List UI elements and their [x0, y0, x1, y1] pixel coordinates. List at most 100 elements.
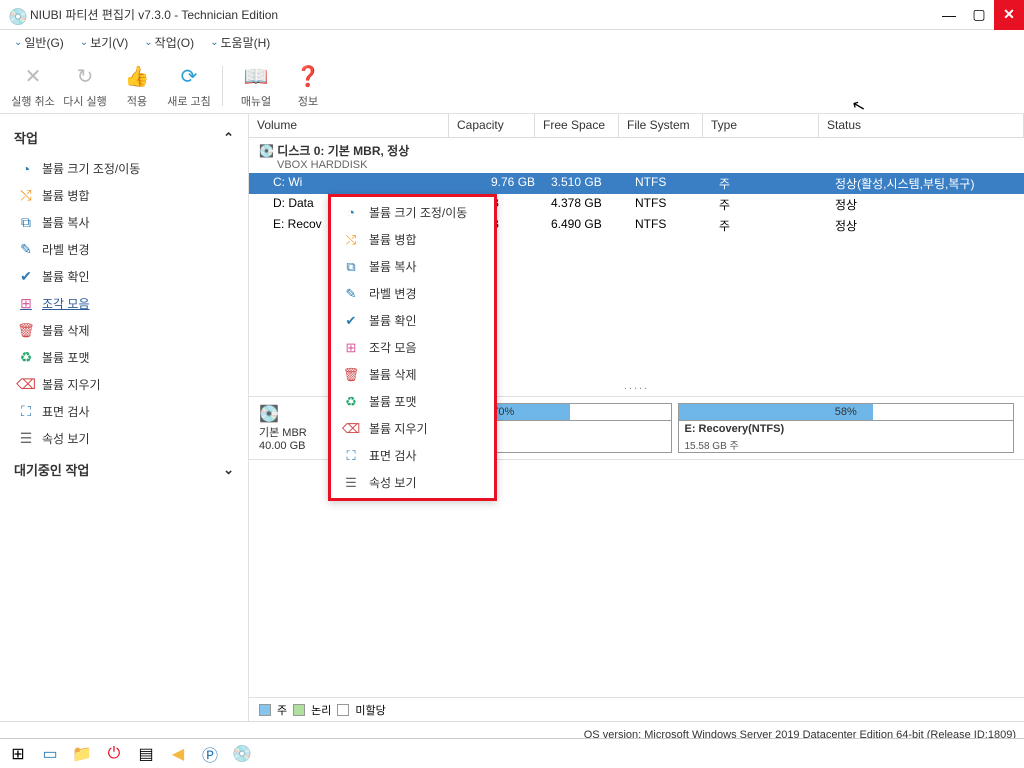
- menu-action[interactable]: ⌄작업(O): [138, 32, 200, 53]
- wipe-icon: ⌫: [18, 377, 34, 393]
- merge-icon: ⤭: [18, 188, 34, 204]
- disk-icon: 💽: [259, 404, 329, 424]
- context-menu: ◔볼륨 크기 조정/이동⤭볼륨 병합⧉볼륨 복사✎라벨 변경✔볼륨 확인⊞조각 …: [328, 194, 497, 501]
- info-button[interactable]: ❓정보: [285, 63, 331, 109]
- sidebar-item-surface[interactable]: ⛶표면 검사: [8, 398, 240, 425]
- refresh-icon: ⟳: [175, 63, 203, 91]
- start-icon[interactable]: ⊞: [6, 742, 30, 766]
- context-item-label: 볼륨 복사: [369, 258, 417, 275]
- niubi-icon[interactable]: 💿: [230, 742, 254, 766]
- check-icon: ✔: [343, 313, 359, 329]
- context-item-delete[interactable]: 🗑볼륨 삭제: [331, 361, 494, 388]
- defrag-icon: ⊞: [18, 296, 34, 312]
- refresh-button[interactable]: ⟳새로 고침: [166, 63, 212, 109]
- sidebar-item-label: 볼륨 크기 조정/이동: [42, 160, 140, 177]
- collapse-icon: ⌃: [223, 130, 234, 146]
- menu-help[interactable]: ⌄도움말(H): [204, 32, 276, 53]
- sidebar-item-label: 라벨 변경: [42, 241, 90, 258]
- legend: 주 논리 미할당: [249, 697, 1024, 721]
- disk-header-row[interactable]: 💽 디스크 0: 기본 MBR, 정상 VBOX HARDDISK: [249, 138, 1024, 173]
- context-item-wipe[interactable]: ⌫볼륨 지우기: [331, 415, 494, 442]
- sidebar-item-label: 볼륨 포맷: [42, 349, 90, 366]
- sidebar: 작업 ⌃ ◔볼륨 크기 조정/이동⤭볼륨 병합 ⧉ 볼륨 복사 ✎ 라벨 변경 ✔볼륨 확…: [0, 114, 248, 721]
- chevron-down-icon: ⌄: [210, 37, 218, 48]
- legend-logical-box: [293, 704, 305, 716]
- delete-icon: 🗑: [343, 367, 359, 383]
- context-item-pie[interactable]: ◔볼륨 크기 조정/이동: [331, 199, 494, 226]
- volume-table-head: Volume Capacity Free Space File System T…: [249, 114, 1024, 138]
- col-free[interactable]: Free Space: [535, 114, 619, 137]
- power-icon[interactable]: ⏻: [102, 742, 126, 766]
- disk-icon: 💽: [259, 144, 274, 158]
- undo-icon: ✕: [19, 63, 47, 91]
- explorer-icon[interactable]: 📁: [70, 742, 94, 766]
- sidebar-item-format[interactable]: ♻볼륨 포맷: [8, 344, 240, 371]
- context-item-check[interactable]: ✔볼륨 확인: [331, 307, 494, 334]
- volume-row[interactable]: C: Wi9.76 GB3.510 GBNTFS주정상(활성,시스템,부팅,복구…: [249, 173, 1024, 194]
- sidebar-item-merge[interactable]: ⤭볼륨 병합: [8, 182, 240, 209]
- sidebar-item-delete[interactable]: 🗑 볼륨 삭제: [8, 317, 240, 344]
- context-item-label: 라벨 변경: [369, 285, 417, 302]
- col-capacity[interactable]: Capacity: [449, 114, 535, 137]
- context-item-merge[interactable]: ⤭볼륨 병합: [331, 226, 494, 253]
- app1-icon[interactable]: ▤: [134, 742, 158, 766]
- sidebar-item-label: 볼륨 지우기: [42, 376, 101, 393]
- surface-icon: ⛶: [18, 404, 34, 420]
- context-item-copy[interactable]: ⧉볼륨 복사: [331, 253, 494, 280]
- format-icon: ♻: [343, 394, 359, 410]
- sidebar-item-label: 볼륨 복사: [42, 214, 90, 231]
- sidebar-head-pending[interactable]: 대기중인 작업 ⌄: [8, 452, 240, 487]
- col-status[interactable]: Status: [819, 114, 1024, 137]
- manual-icon: 📖: [242, 63, 270, 91]
- sidebar-item-defrag[interactable]: ⊞조각 모음: [8, 290, 240, 317]
- sidebar-item-label: 속성 보기: [42, 430, 90, 447]
- sidebar-item-check[interactable]: ✔볼륨 확인: [8, 263, 240, 290]
- workspace: 작업 ⌃ ◔볼륨 크기 조정/이동⤭볼륨 병합⧉볼륨 복사✎라벨 변경✔볼륨 확…: [0, 114, 1024, 721]
- sidebar-item-pie[interactable]: ◔볼륨 크기 조정/이동: [8, 155, 240, 182]
- sidebar-item-label: 볼륨 삭제: [42, 322, 90, 339]
- partition-e[interactable]: 58% E: Recovery(NTFS) 15.58 GB 주: [678, 403, 1015, 453]
- redo-button[interactable]: ↻다시 실행: [62, 63, 108, 109]
- sidebar-item-props[interactable]: ☰ 속성 보기: [8, 425, 240, 452]
- copy-icon: ⧉: [18, 215, 34, 231]
- context-item-label: 표면 검사: [369, 447, 417, 464]
- maximize-btn[interactable]: ▢: [964, 0, 994, 30]
- props-icon: ☰: [18, 431, 34, 447]
- context-item-label: 볼륨 지우기: [369, 420, 428, 437]
- sidebar-item-copy[interactable]: ⧉ 볼륨 복사: [8, 209, 240, 236]
- context-item-surface[interactable]: ⛶ 표면 검사: [331, 442, 494, 469]
- apply-button[interactable]: 👍적용: [114, 63, 160, 109]
- apply-icon: 👍: [123, 63, 151, 91]
- close-btn[interactable]: ✕: [994, 0, 1024, 30]
- menu-general[interactable]: ⌄일반(G): [8, 32, 70, 53]
- manual-button[interactable]: 📖매뉴얼: [233, 63, 279, 109]
- legend-primary-box: [259, 704, 271, 716]
- minimize-btn[interactable]: —: [934, 0, 964, 30]
- col-type[interactable]: Type: [703, 114, 819, 137]
- sidebar-head-actions[interactable]: 작업 ⌃: [8, 120, 240, 155]
- surface-icon: ⛶: [343, 448, 359, 464]
- col-fs[interactable]: File System: [619, 114, 703, 137]
- window-title: NIUBI 파티션 편집기 v7.3.0 - Technician Editio…: [30, 6, 934, 23]
- context-item-edit[interactable]: ✎라벨 변경: [331, 280, 494, 307]
- menu-view[interactable]: ⌄보기(V): [74, 32, 134, 53]
- context-item-props[interactable]: ☰속성 보기: [331, 469, 494, 496]
- undo-button[interactable]: ✕실행 취소: [10, 63, 56, 109]
- app3-icon[interactable]: Ⓟ: [198, 742, 222, 766]
- delete-icon: 🗑: [18, 323, 34, 339]
- toolbar: ✕실행 취소 ↻다시 실행 👍적용 ⟳새로 고침 📖매뉴얼 ❓정보: [0, 54, 1024, 114]
- context-item-format[interactable]: ♻볼륨 포맷: [331, 388, 494, 415]
- check-icon: ✔: [18, 269, 34, 285]
- sidebar-item-wipe[interactable]: ⌫ 볼륨 지우기: [8, 371, 240, 398]
- chevron-down-icon: ⌄: [14, 37, 22, 48]
- app2-icon[interactable]: ◀: [166, 742, 190, 766]
- taskview-icon[interactable]: ▭: [38, 742, 62, 766]
- props-icon: ☰: [343, 475, 359, 491]
- sidebar-item-edit[interactable]: ✎ 라벨 변경: [8, 236, 240, 263]
- context-item-defrag[interactable]: ⊞조각 모음: [331, 334, 494, 361]
- menubar: ⌄일반(G) ⌄보기(V) ⌄작업(O) ⌄도움말(H): [0, 30, 1024, 54]
- edit-icon: ✎: [18, 242, 34, 258]
- context-item-label: 볼륨 크기 조정/이동: [369, 204, 467, 221]
- col-volume[interactable]: Volume: [249, 114, 449, 137]
- context-item-label: 조각 모음: [369, 339, 417, 356]
